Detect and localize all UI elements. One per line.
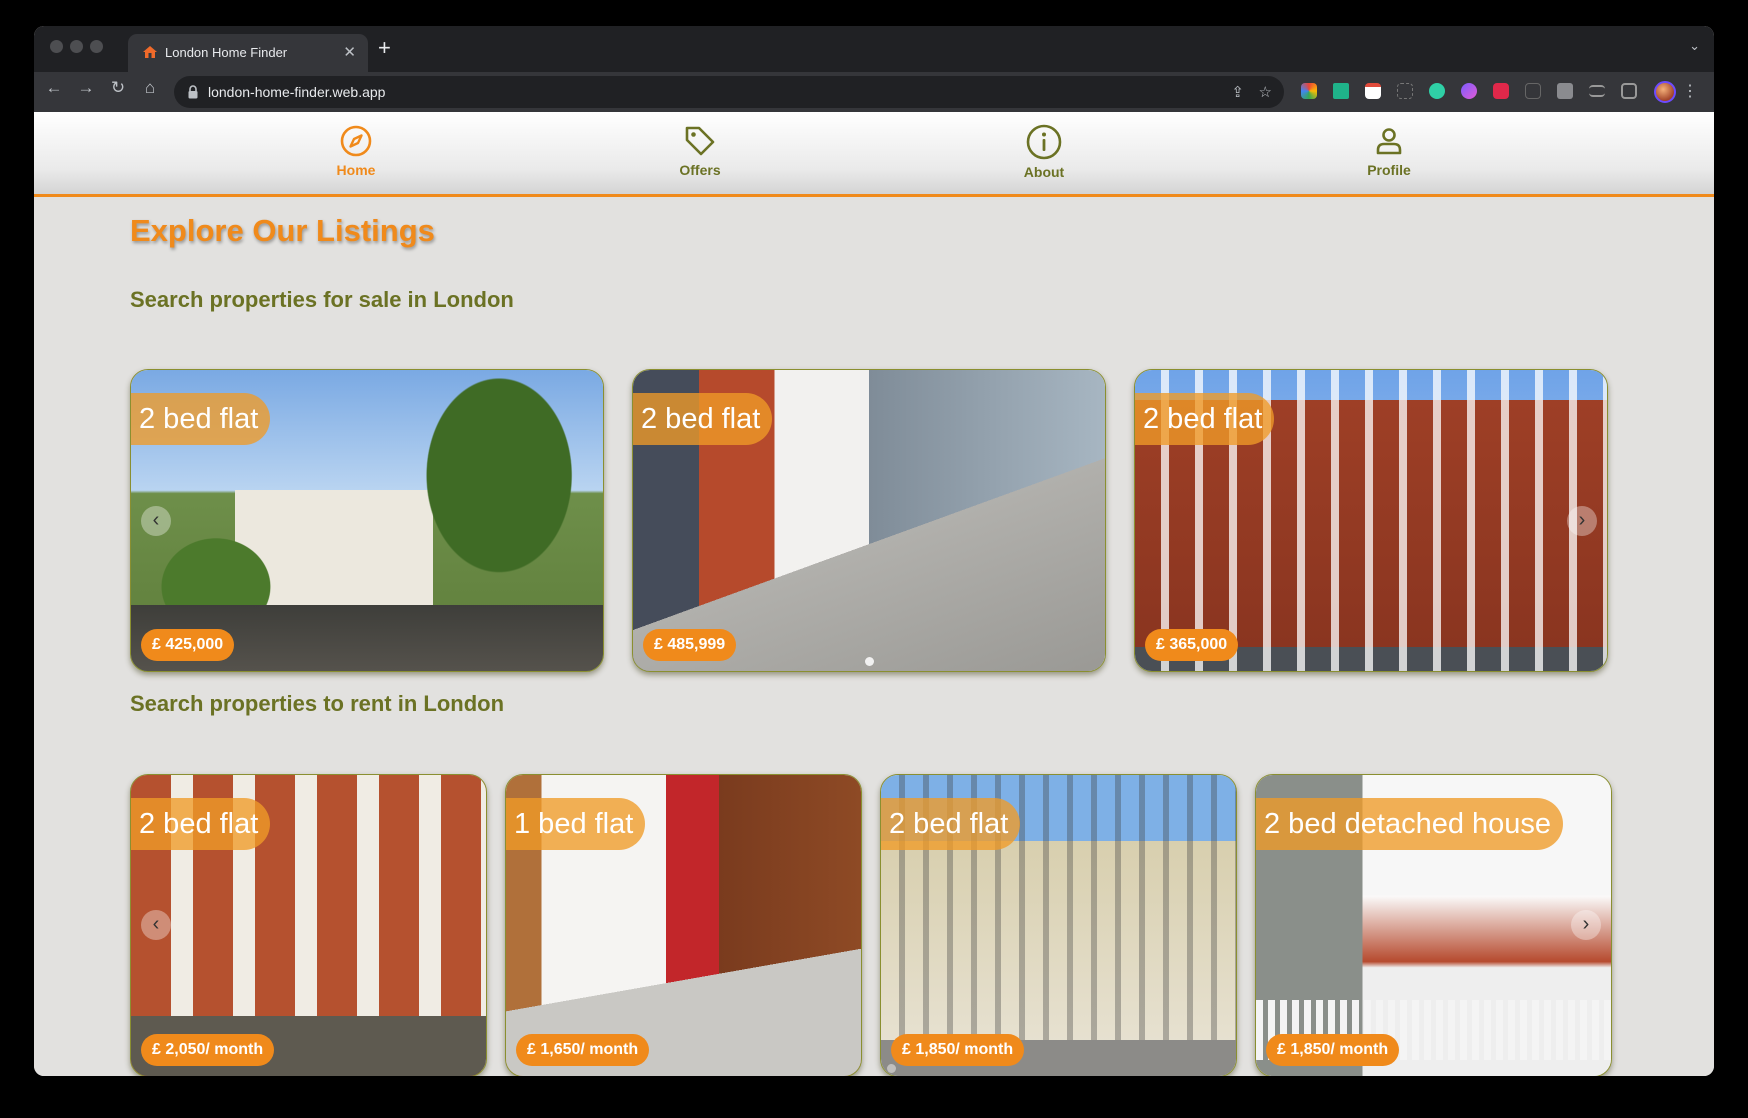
- extension-icon[interactable]: [1301, 83, 1317, 99]
- back-icon[interactable]: ←: [42, 78, 66, 98]
- extension-icon[interactable]: [1397, 83, 1413, 99]
- property-type-tag: 2 bed detached house: [1256, 798, 1564, 850]
- tab-strip: London Home Finder ✕ + ⌄: [34, 26, 1714, 72]
- carousel-prev-button[interactable]: ‹: [141, 506, 171, 536]
- extension-icon[interactable]: [1461, 83, 1477, 99]
- rent-section-heading: Search properties to rent in London: [130, 691, 505, 716]
- info-icon: [1026, 124, 1062, 160]
- person-icon: [1376, 128, 1402, 155]
- property-type-tag: 2 bed flat: [881, 798, 1021, 850]
- property-type-tag: 2 bed flat: [1135, 393, 1275, 445]
- chevron-down-icon[interactable]: ⌄: [1689, 38, 1700, 54]
- property-type-tag: 2 bed flat: [131, 393, 271, 445]
- page-title: Explore Our Listings: [130, 213, 435, 248]
- carousel-prev-button[interactable]: ‹: [141, 910, 171, 940]
- rent-listing-card[interactable]: 1 bed flat £ 1,650/ month: [505, 774, 862, 1076]
- house-icon: [143, 46, 157, 58]
- share-icon[interactable]: ⇪: [1231, 83, 1244, 101]
- sale-listing-card[interactable]: 2 bed flat £ 485,999: [632, 369, 1106, 672]
- sale-section-heading: Search properties for sale in London: [130, 287, 514, 312]
- extension-icon[interactable]: [1333, 83, 1349, 99]
- price-tag: £ 1,850/ month: [1266, 1034, 1400, 1066]
- tab-close-icon[interactable]: ✕: [343, 43, 356, 61]
- extension-icon[interactable]: [1493, 83, 1509, 99]
- sale-listing-card[interactable]: 2 bed flat £ 365,000 ›: [1134, 369, 1608, 672]
- browser-tab[interactable]: London Home Finder ✕: [128, 34, 368, 72]
- nav-profile-label: Profile: [1367, 162, 1411, 178]
- property-type-tag: 2 bed flat: [633, 393, 773, 445]
- tab-title: London Home Finder: [165, 45, 288, 60]
- price-tag: £ 2,050/ month: [141, 1034, 275, 1066]
- forward-icon[interactable]: →: [74, 78, 98, 98]
- extension-icon[interactable]: [1525, 83, 1541, 99]
- puzzle-icon[interactable]: [1557, 83, 1573, 99]
- nav-profile[interactable]: Profile: [1329, 124, 1449, 178]
- browser-toolbar: ← → ↻ ⌂ london-home-finder.web.app ⇪ ☆ ⋮: [34, 72, 1714, 112]
- maximize-window-dot[interactable]: [90, 40, 103, 53]
- price-tag: £ 365,000: [1145, 629, 1239, 661]
- profile-avatar[interactable]: [1654, 81, 1676, 103]
- rent-listing-card[interactable]: 2 bed flat £ 1,850/ month: [880, 774, 1237, 1076]
- price-tag: £ 425,000: [141, 629, 235, 661]
- nav-about[interactable]: About: [984, 124, 1104, 180]
- price-tag: £ 1,650/ month: [516, 1034, 650, 1066]
- rent-listing-card[interactable]: 2 bed detached house £ 1,850/ month ›: [1255, 774, 1612, 1076]
- url-text: london-home-finder.web.app: [208, 84, 386, 100]
- minimize-window-dot[interactable]: [70, 40, 83, 53]
- star-icon[interactable]: ☆: [1259, 83, 1272, 101]
- carousel-dot[interactable]: [887, 1064, 896, 1073]
- reading-list-icon[interactable]: [1589, 85, 1605, 97]
- compass-icon: [340, 125, 372, 157]
- nav-home[interactable]: Home: [296, 124, 416, 178]
- price-tag: £ 485,999: [643, 629, 737, 661]
- site-navbar: Home Offers About Profile: [34, 112, 1714, 197]
- property-type-tag: 1 bed flat: [506, 798, 646, 850]
- website: Home Offers About Profile Explore Our Li…: [34, 112, 1714, 1076]
- nav-about-label: About: [1023, 164, 1065, 180]
- sale-listing-card[interactable]: 2 bed flat £ 425,000 ‹: [130, 369, 604, 672]
- nav-offers[interactable]: Offers: [640, 124, 760, 178]
- carousel-next-button[interactable]: ›: [1567, 506, 1597, 536]
- extension-icon[interactable]: [1365, 83, 1381, 99]
- price-tag: £ 1,850/ month: [891, 1034, 1025, 1066]
- home-icon[interactable]: ⌂: [138, 78, 162, 98]
- side-panel-icon[interactable]: [1621, 83, 1637, 99]
- nav-offers-label: Offers: [679, 162, 721, 178]
- carousel-next-button[interactable]: ›: [1571, 910, 1601, 940]
- browser-window: London Home Finder ✕ + ⌄ ← → ↻ ⌂ london-…: [34, 26, 1714, 1076]
- new-tab-button[interactable]: +: [378, 35, 391, 61]
- address-bar[interactable]: london-home-finder.web.app ⇪ ☆: [174, 76, 1284, 108]
- carousel-dot[interactable]: [865, 657, 874, 666]
- rent-listing-card[interactable]: 2 bed flat £ 2,050/ month ‹: [130, 774, 487, 1076]
- close-window-dot[interactable]: [50, 40, 63, 53]
- property-type-tag: 2 bed flat: [131, 798, 271, 850]
- nav-home-label: Home: [336, 162, 376, 178]
- extension-icon[interactable]: [1429, 83, 1445, 99]
- reload-icon[interactable]: ↻: [106, 78, 130, 98]
- more-menu-icon[interactable]: ⋮: [1682, 81, 1698, 101]
- lock-icon: [188, 85, 198, 99]
- tag-icon: [685, 126, 715, 156]
